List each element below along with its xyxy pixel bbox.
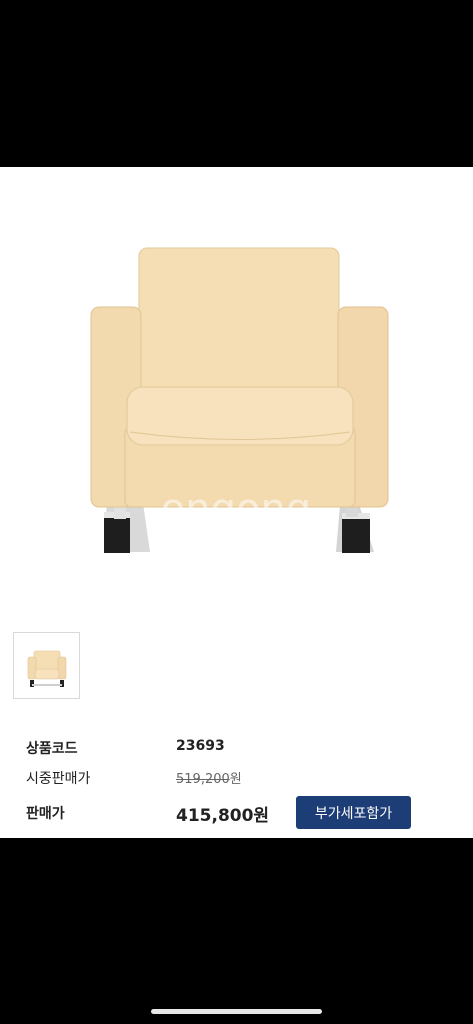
retail-price-unit: 원 bbox=[229, 772, 242, 787]
thumbnail-image bbox=[27, 650, 67, 687]
sale-price-value: 415,800원 bbox=[176, 806, 270, 826]
retail-price-number: 519,200 bbox=[176, 772, 230, 787]
retail-price-value: 519,200원 bbox=[176, 768, 242, 787]
product-image: ongong bbox=[90, 247, 389, 553]
product-code-value: 23693 bbox=[176, 738, 225, 754]
vat-included-price-button[interactable]: 부가세포함가 bbox=[296, 796, 411, 829]
product-panel: ongong 상품코드 23693 시중판매가 519,200원 판매가 415… bbox=[0, 167, 473, 838]
retail-price-label: 시중판매가 bbox=[26, 771, 91, 787]
product-thumbnail[interactable] bbox=[13, 632, 80, 699]
product-code-label: 상품코드 bbox=[26, 741, 78, 757]
sale-price-label: 판매가 bbox=[26, 806, 65, 822]
watermark: ongong bbox=[161, 486, 311, 532]
home-indicator[interactable] bbox=[151, 1009, 322, 1014]
